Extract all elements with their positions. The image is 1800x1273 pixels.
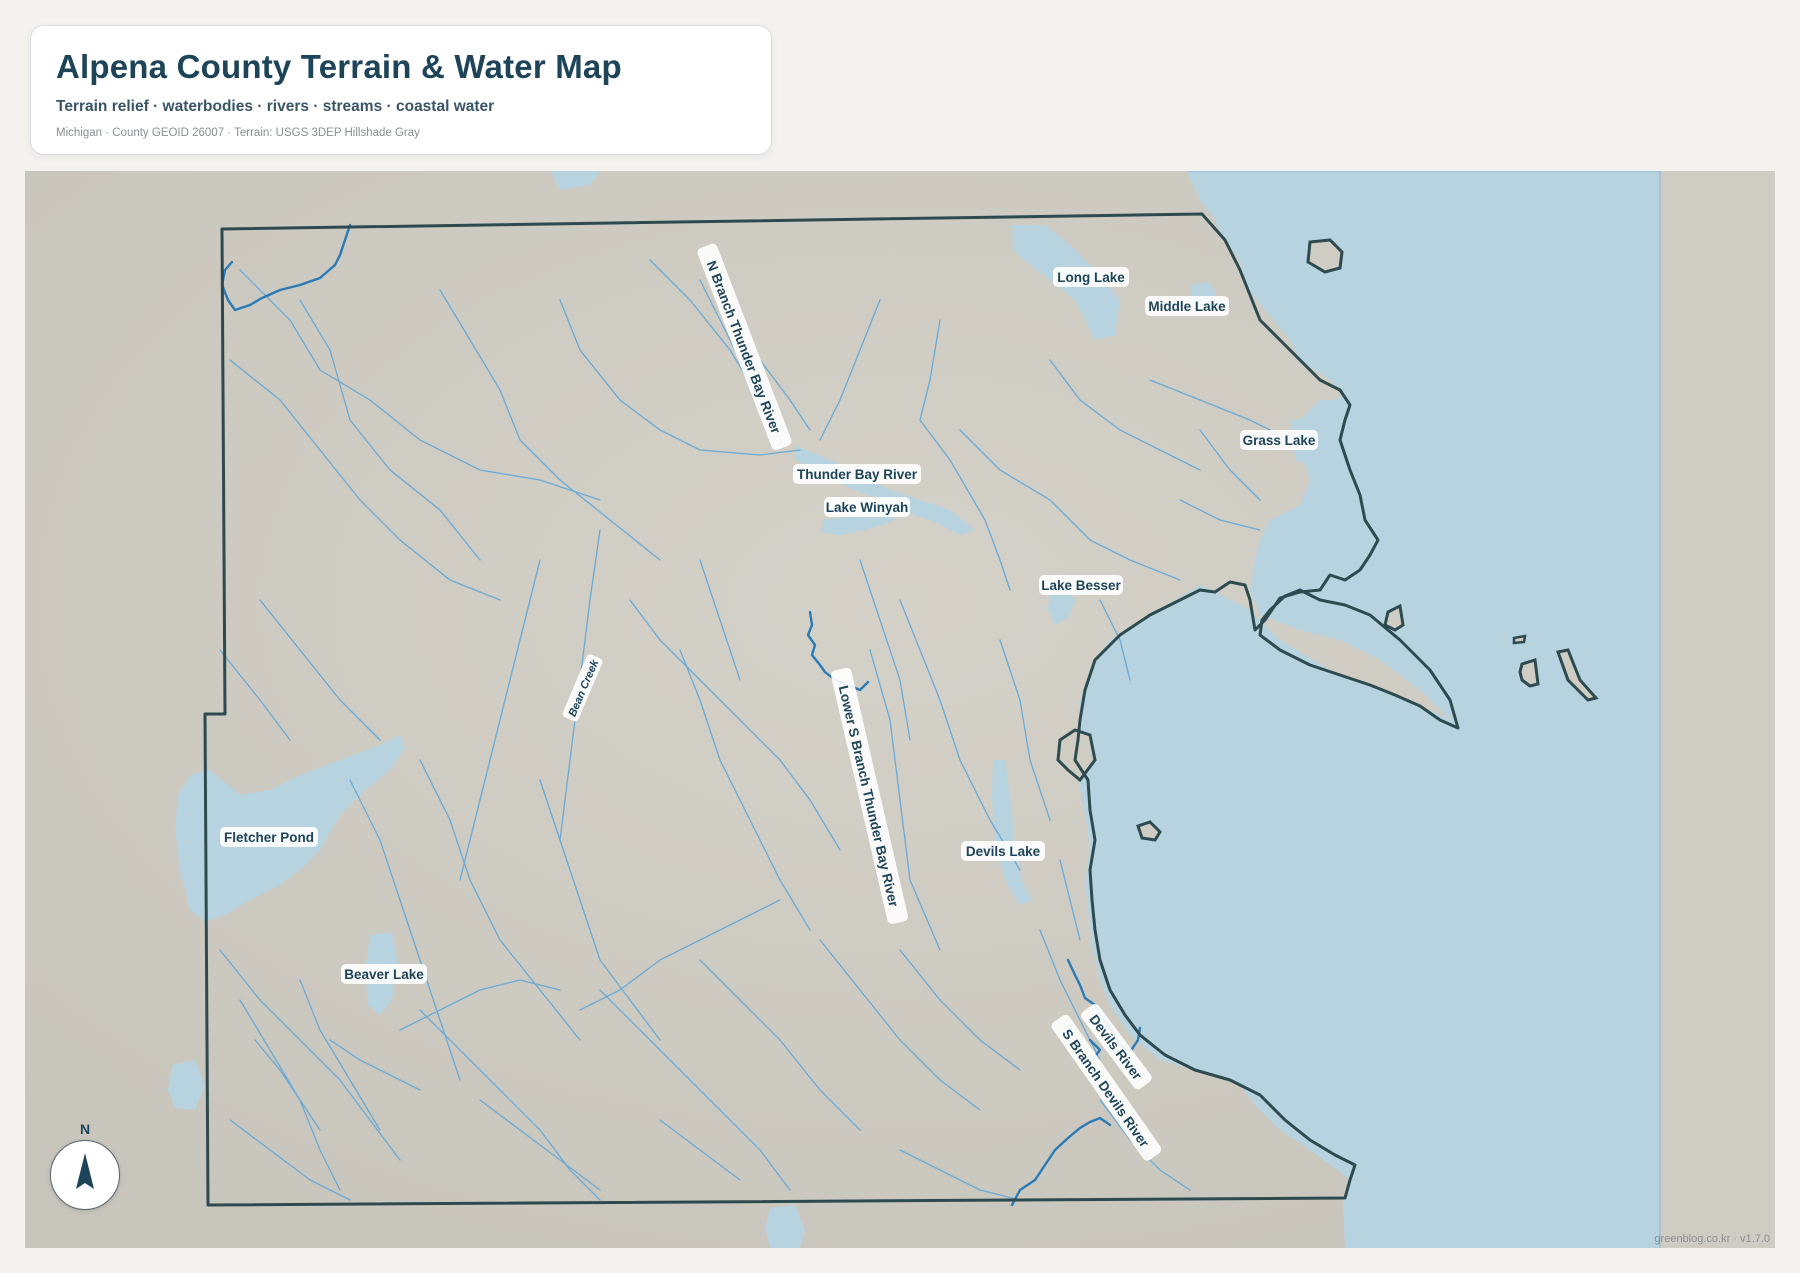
label-lake-besser[interactable]: Lake Besser (1039, 575, 1123, 595)
svg-text:Thunder Bay River: Thunder Bay River (797, 467, 918, 482)
map-metadata: Michigan · County GEOID 26007 · Terrain:… (56, 127, 420, 139)
svg-text:Lake Besser: Lake Besser (1041, 578, 1121, 593)
compass-rose (50, 1140, 120, 1210)
map-credit: greenblog.co.kr · v1.7.0 (1654, 1233, 1770, 1245)
title-card: Alpena County Terrain & Water Map Terrai… (30, 25, 772, 155)
island-3 (1518, 658, 1540, 688)
label-fletcher-pond[interactable]: Fletcher Pond (220, 827, 318, 847)
map-margin (1660, 171, 1775, 1248)
label-beaver-lake[interactable]: Beaver Lake (341, 964, 427, 984)
label-grass-lake[interactable]: Grass Lake (1240, 430, 1318, 450)
map-canvas[interactable]: Long Lake Middle Lake Grass Lake Thunder… (25, 171, 1775, 1248)
page-subtitle: Terrain relief · waterbodies · rivers · … (56, 98, 495, 115)
svg-text:Devils Lake: Devils Lake (966, 844, 1041, 859)
svg-text:Middle Lake: Middle Lake (1148, 299, 1226, 314)
svg-text:Fletcher Pond: Fletcher Pond (224, 830, 314, 845)
label-long-lake[interactable]: Long Lake (1053, 267, 1129, 287)
map-svg: Long Lake Middle Lake Grass Lake Thunder… (25, 171, 1775, 1248)
label-middle-lake[interactable]: Middle Lake (1145, 296, 1229, 316)
label-devils-lake[interactable]: Devils Lake (961, 841, 1045, 861)
svg-text:Long Lake: Long Lake (1057, 270, 1125, 285)
svg-text:Lake Winyah: Lake Winyah (826, 500, 908, 515)
svg-text:Grass Lake: Grass Lake (1243, 433, 1316, 448)
north-label: N (79, 1121, 91, 1137)
label-lake-winyah[interactable]: Lake Winyah (824, 497, 910, 517)
page-title: Alpena County Terrain & Water Map (56, 48, 622, 85)
island-6 (1512, 634, 1527, 645)
label-thunder-bay-river[interactable]: Thunder Bay River (793, 464, 921, 484)
svg-text:Beaver Lake: Beaver Lake (344, 967, 424, 982)
north-arrow-icon (76, 1153, 94, 1189)
